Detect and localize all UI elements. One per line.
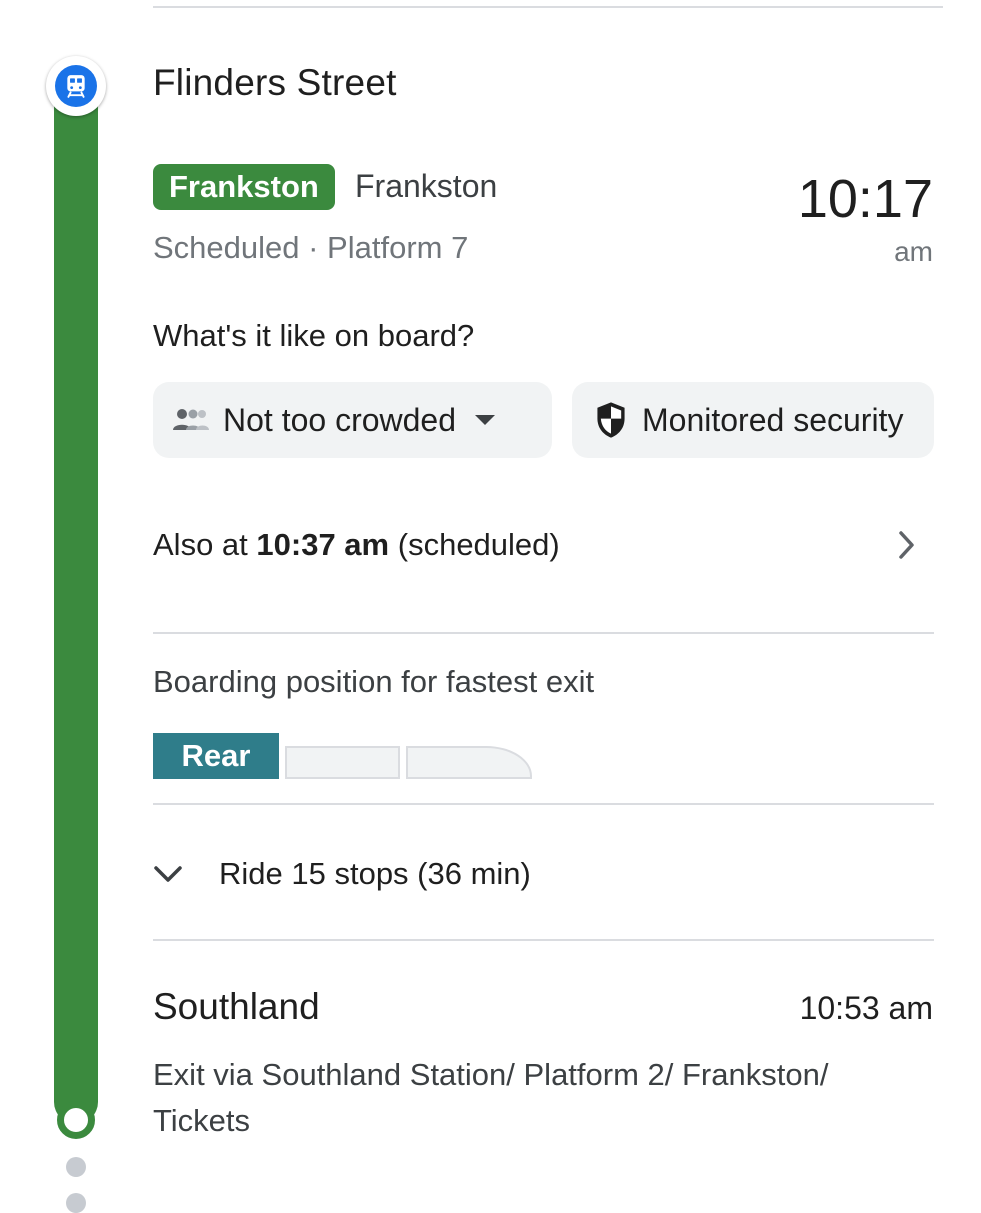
origin-station-name[interactable]: Flinders Street [153,62,397,104]
departure-time: 10:17 [797,169,933,229]
destination-station-name[interactable]: Southland [153,986,320,1028]
security-label: Monitored security [642,401,904,438]
onboard-question: What's it like on board? [153,318,475,353]
alternate-time: 10:37 am [256,527,390,562]
ride-stops-toggle[interactable]: Ride 15 stops (36 min) [153,842,531,906]
departure-ampm: am [894,236,933,267]
shield-icon [594,401,628,439]
alternate-departure-text: Also at 10:37 am (scheduled) [153,527,560,563]
route-line [54,84,98,1124]
departure-status: Scheduled · Platform 7 [153,230,469,265]
chevron-right-icon [898,530,916,560]
destination-station-marker [57,1101,95,1139]
crowdedness-label: Not too crowded [223,401,457,438]
line-badge: Frankston [153,164,335,210]
crowdedness-chip[interactable]: Not too crowded [153,382,552,458]
headsign: Frankston [355,168,498,204]
alternate-departure-row[interactable]: Also at 10:37 am (scheduled) [153,500,934,590]
dropdown-arrow-icon [474,413,496,427]
divider [153,632,934,634]
chevron-down-icon [153,865,183,883]
arrival-time: 10:53 am [799,990,933,1026]
middle-car [285,746,400,779]
top-divider [153,6,943,8]
also-suffix: (scheduled) [397,527,560,562]
walk-dot [66,1193,86,1213]
divider [153,803,934,805]
train-icon [55,65,97,107]
people-icon [171,405,215,435]
walk-dot [66,1157,86,1177]
also-prefix: Also at [153,527,248,562]
front-car [406,746,532,779]
boarding-position-label: Boarding position for fastest exit [153,664,595,699]
exit-info: Exit via Southland Station/ Platform 2/ … [153,1057,829,1138]
security-chip[interactable]: Monitored security [572,382,934,458]
rear-car-highlight: Rear [153,733,279,779]
origin-station-marker [46,56,106,116]
divider [153,939,934,941]
ride-stops-label: Ride 15 stops (36 min) [219,856,531,891]
